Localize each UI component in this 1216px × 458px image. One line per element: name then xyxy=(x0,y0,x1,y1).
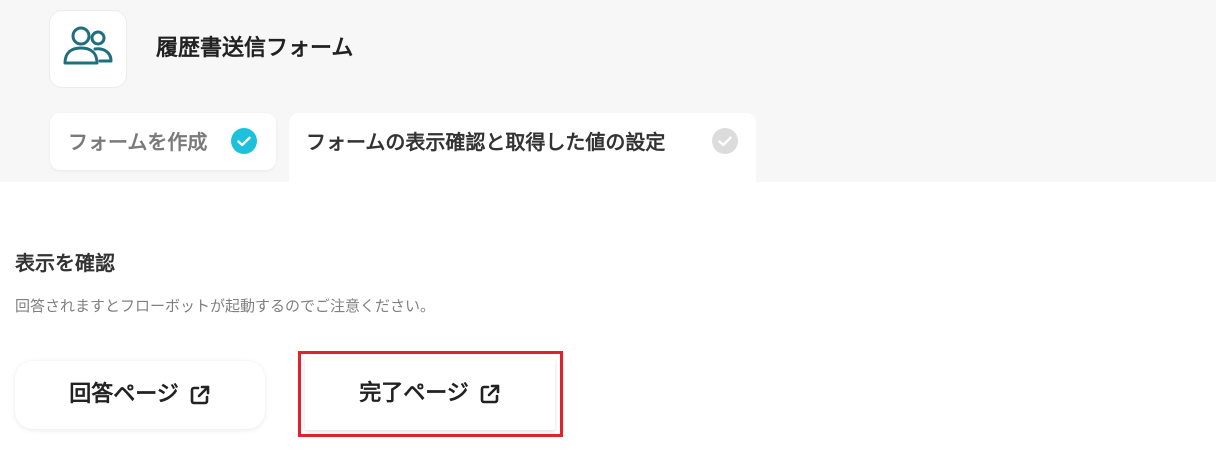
external-link-icon xyxy=(479,383,501,405)
complete-page-label: 完了ページ xyxy=(359,381,469,406)
tab-label: フォームを作成 xyxy=(68,129,208,154)
users-icon xyxy=(62,23,114,75)
form-title: 履歴書送信フォーム xyxy=(156,36,354,61)
check-circle-icon xyxy=(231,128,257,154)
section-note: 回答されますとフローボットが起動するのでご注意ください。 xyxy=(15,297,436,315)
answer-page-label: 回答ページ xyxy=(69,382,179,407)
section-title: 表示を確認 xyxy=(15,251,115,275)
complete-page-button[interactable]: 完了ページ xyxy=(305,358,555,430)
tab-preview-and-settings[interactable]: フォームの表示確認と取得した値の設定 xyxy=(289,113,756,182)
answer-page-button[interactable]: 回答ページ xyxy=(15,361,265,429)
external-link-icon xyxy=(189,384,211,406)
tab-create-form[interactable]: フォームを作成 xyxy=(50,113,276,170)
tab-label: フォームの表示確認と取得した値の設定 xyxy=(306,129,666,154)
check-circle-icon xyxy=(712,128,738,154)
form-icon-container xyxy=(50,11,126,87)
